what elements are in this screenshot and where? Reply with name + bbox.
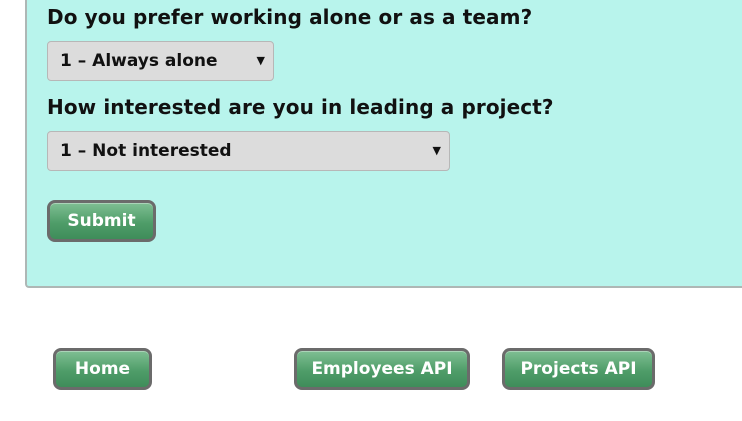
employees-api-button[interactable]: Employees API bbox=[294, 348, 470, 390]
team-preference-select[interactable]: 1 – Always alone ▼ bbox=[47, 41, 274, 81]
question-team-label: Do you prefer working alone or as a team… bbox=[47, 5, 533, 29]
chevron-down-icon: ▼ bbox=[256, 54, 265, 67]
team-preference-selected-value: 1 – Always alone bbox=[60, 51, 218, 71]
submit-button[interactable]: Submit bbox=[47, 200, 156, 242]
page: Do you prefer working alone or as a team… bbox=[0, 0, 742, 421]
question-lead-label: How interested are you in leading a proj… bbox=[47, 95, 554, 119]
chevron-down-icon: ▼ bbox=[432, 144, 441, 157]
projects-api-button[interactable]: Projects API bbox=[502, 348, 655, 390]
lead-interest-select[interactable]: 1 – Not interested ▼ bbox=[47, 131, 450, 171]
lead-interest-selected-value: 1 – Not interested bbox=[60, 141, 232, 161]
home-button[interactable]: Home bbox=[53, 348, 152, 390]
